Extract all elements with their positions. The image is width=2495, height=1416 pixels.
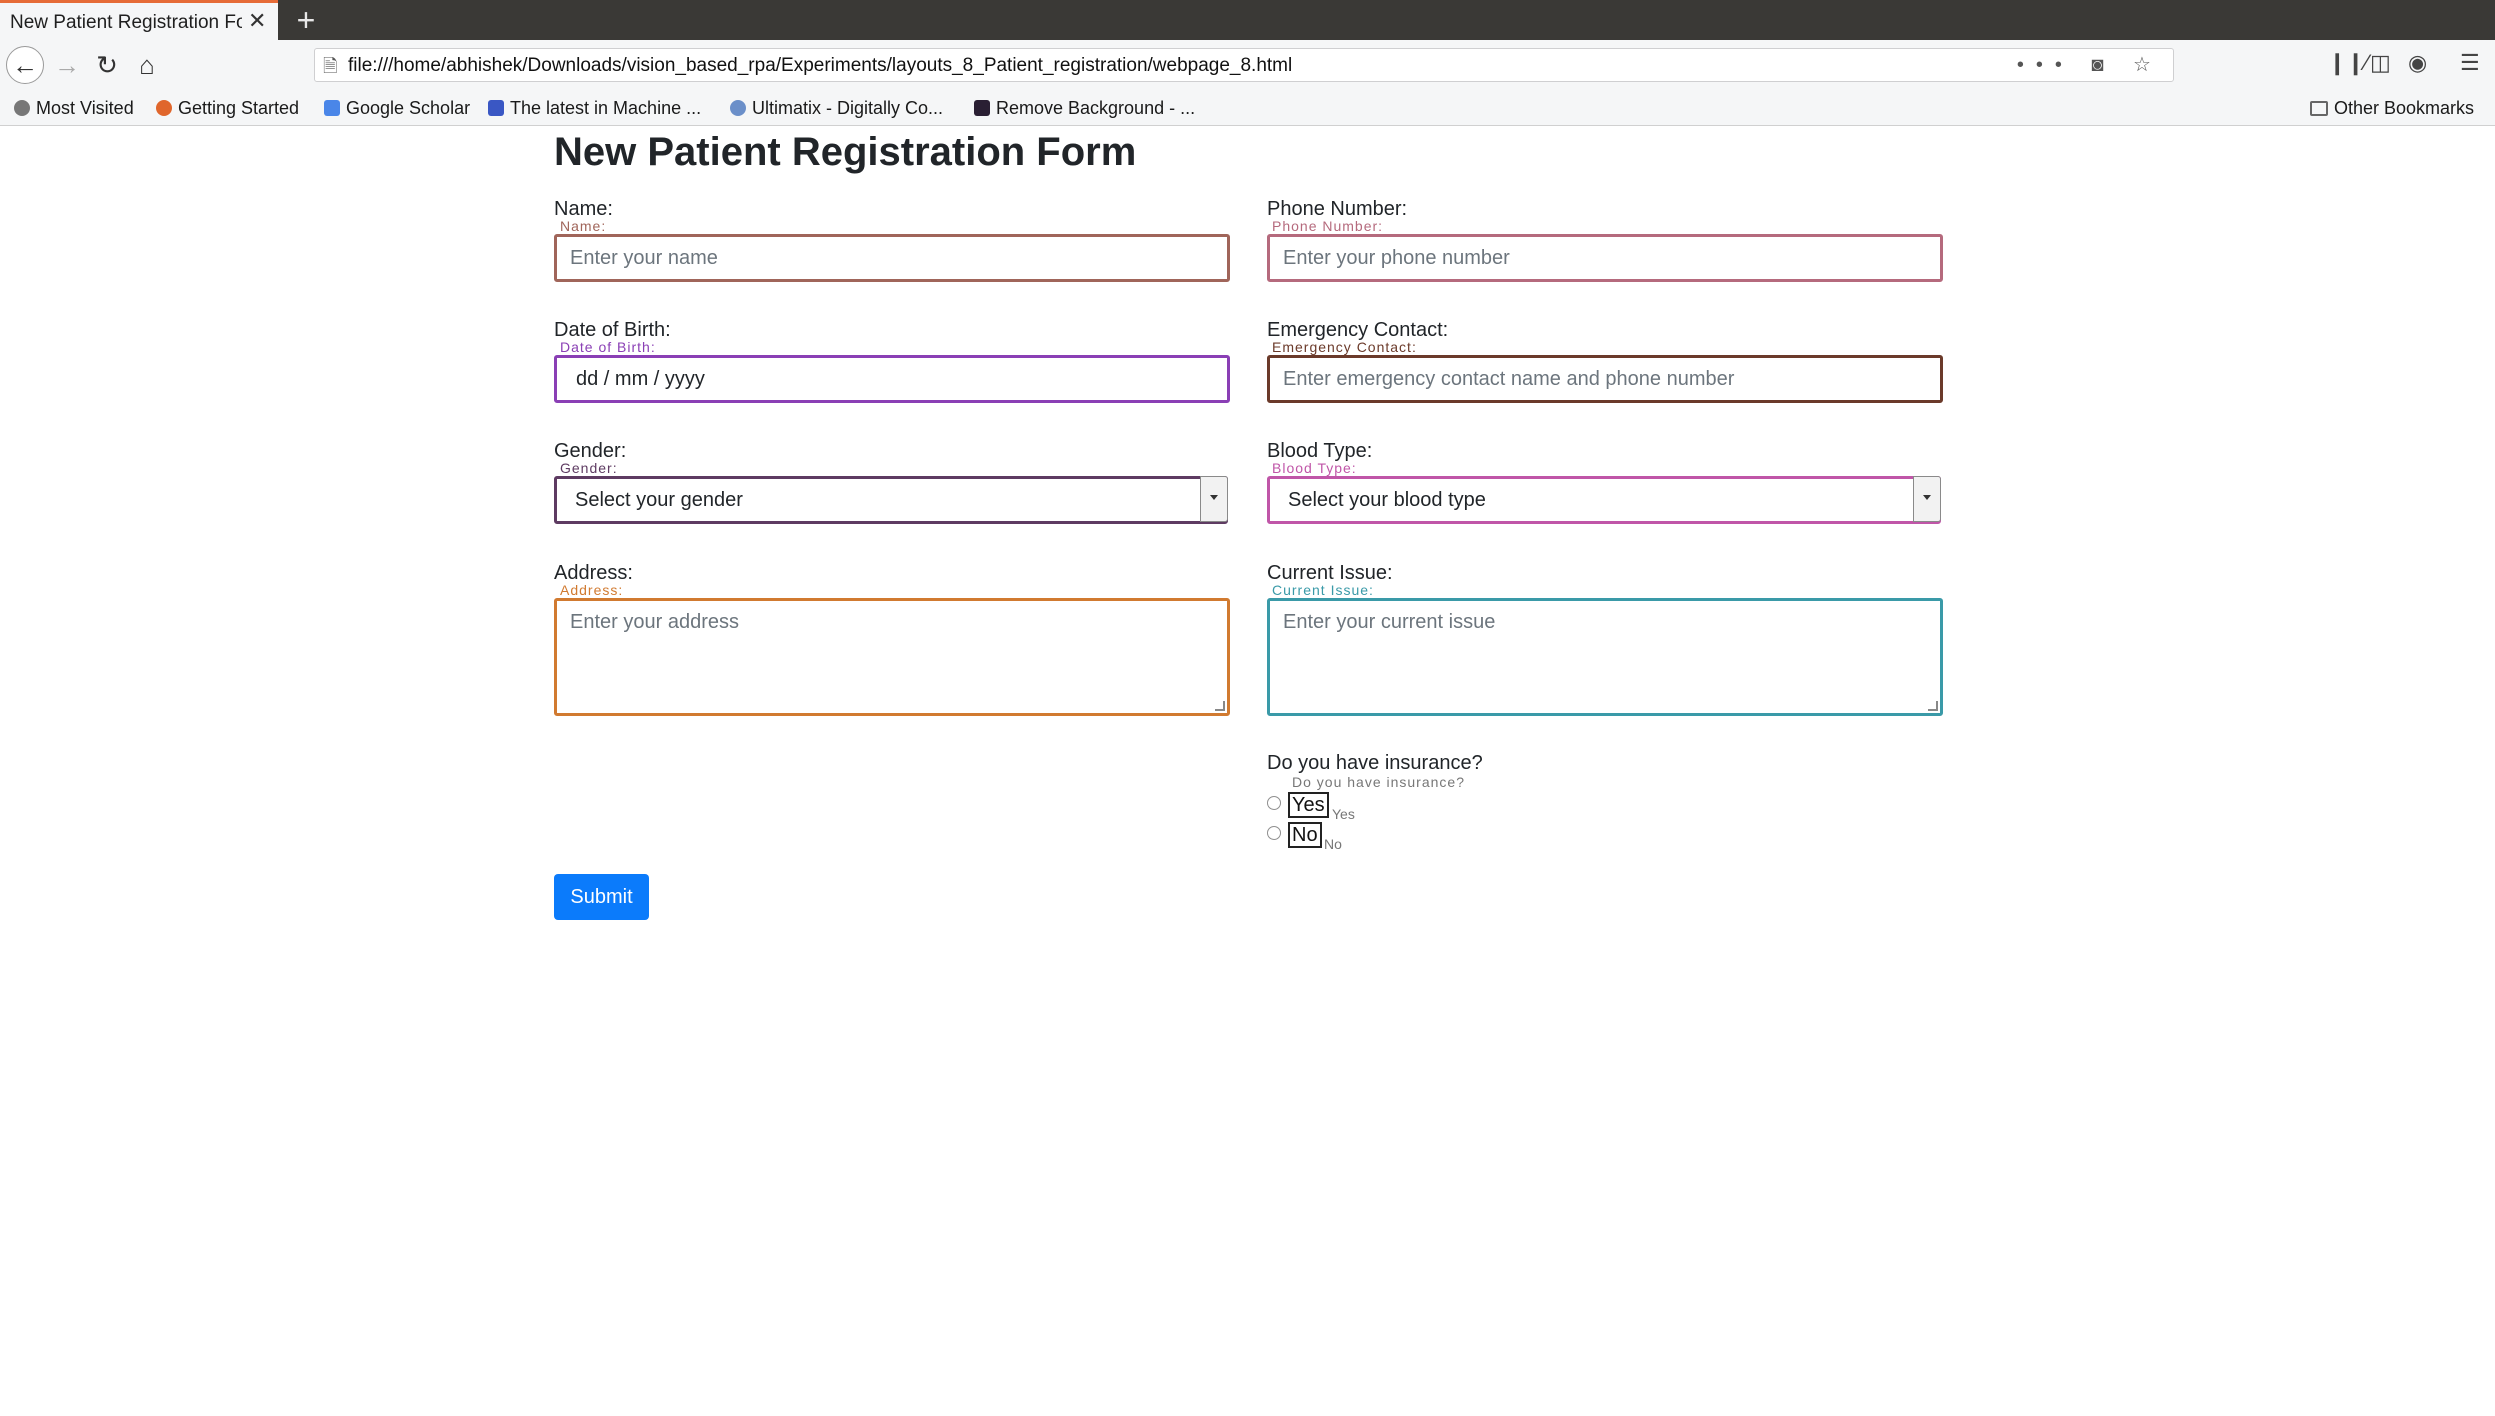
bookmark-getting-started[interactable]: Getting Started — [156, 98, 299, 119]
gender-selected: Select your gender — [575, 489, 743, 511]
forward-arrow-icon[interactable]: → — [48, 46, 86, 84]
library-icon[interactable]: ❙❙⁄ — [2328, 50, 2369, 76]
address-placeholder: Enter your address — [570, 611, 739, 633]
home-icon[interactable]: ⌂ — [128, 46, 166, 84]
submit-button[interactable]: Submit — [554, 874, 649, 920]
page-icon: 🗎 — [323, 56, 338, 76]
sidebar-icon[interactable]: ◫ — [2370, 50, 2391, 76]
url-text[interactable]: file:///home/abhishek/Downloads/vision_b… — [348, 55, 1292, 77]
emergency-input[interactable]: Enter emergency contact name and phone n… — [1267, 355, 1943, 403]
current-issue-textarea[interactable]: Enter your current issue — [1267, 598, 1943, 716]
phone-placeholder: Enter your phone number — [1283, 247, 1510, 269]
gender-tiny-label: Gender: — [560, 460, 618, 476]
gender-select[interactable]: Select your gender — [554, 476, 1228, 524]
insurance-yes-tiny: Yes — [1332, 806, 1355, 822]
tab-bar: New Patient Registration Fo ✕ + — [0, 0, 2495, 40]
new-tab-button[interactable]: + — [288, 0, 324, 40]
dob-tiny-label: Date of Birth: — [560, 339, 656, 355]
menu-icon[interactable]: ☰ — [2460, 50, 2480, 76]
dob-value: dd / mm / yyyy — [576, 368, 705, 390]
blood-type-tiny-label: Blood Type: — [1272, 460, 1357, 476]
resize-handle-icon[interactable] — [1928, 701, 1938, 711]
address-textarea[interactable]: Enter your address — [554, 598, 1230, 716]
page-actions-icons[interactable]: ••• ◙ ☆ — [2017, 52, 2163, 77]
back-arrow-icon[interactable]: ← — [6, 46, 44, 84]
reload-icon[interactable]: ↻ — [88, 46, 126, 84]
insurance-label: Do you have insurance? — [1267, 752, 1483, 774]
blood-type-select[interactable]: Select your blood type — [1267, 476, 1941, 524]
current-issue-tiny-label: Current Issue: — [1272, 582, 1374, 598]
dob-input[interactable]: dd / mm / yyyy — [554, 355, 1230, 403]
active-tab[interactable]: New Patient Registration Fo ✕ — [0, 0, 278, 40]
bookmark-machine-learning[interactable]: The latest in Machine ... — [488, 98, 701, 119]
close-tab-icon[interactable]: ✕ — [248, 8, 266, 34]
bookmark-icon — [488, 100, 504, 116]
insurance-no-radio[interactable] — [1267, 826, 1281, 840]
scholar-icon — [324, 100, 340, 116]
tab-title: New Patient Registration Fo — [10, 12, 242, 33]
other-bookmarks[interactable]: Other Bookmarks — [2310, 98, 2474, 119]
phone-input[interactable]: Enter your phone number — [1267, 234, 1943, 282]
page-title: New Patient Registration Form — [554, 130, 1137, 174]
insurance-no-tiny: No — [1324, 836, 1342, 852]
folder-icon — [2310, 101, 2328, 116]
blood-type-selected: Select your blood type — [1288, 489, 1486, 511]
image-icon — [974, 100, 990, 116]
bookmark-ultimatix[interactable]: Ultimatix - Digitally Co... — [730, 98, 943, 119]
emergency-tiny-label: Emergency Contact: — [1272, 339, 1417, 355]
insurance-yes-label[interactable]: Yes — [1288, 792, 1329, 818]
firefox-icon — [156, 100, 172, 116]
address-tiny-label: Address: — [560, 582, 624, 598]
phone-tiny-label: Phone Number: — [1272, 218, 1384, 234]
bookmark-most-visited[interactable]: Most Visited — [14, 98, 134, 119]
name-placeholder: Enter your name — [570, 247, 718, 269]
gear-icon — [14, 100, 30, 116]
resize-handle-icon[interactable] — [1215, 701, 1225, 711]
chevron-down-icon[interactable] — [1913, 476, 1941, 522]
account-icon[interactable]: ◉ — [2408, 50, 2427, 76]
navigation-toolbar: ← → ↻ ⌂ 🗎 file:///home/abhishek/Download… — [0, 40, 2495, 92]
insurance-no-label[interactable]: No — [1288, 822, 1322, 848]
insurance-yes-radio[interactable] — [1267, 796, 1281, 810]
name-tiny-label: Name: — [560, 218, 607, 234]
name-input[interactable]: Enter your name — [554, 234, 1230, 282]
chevron-down-icon[interactable] — [1200, 476, 1228, 522]
bookmark-remove-background[interactable]: Remove Background - ... — [974, 98, 1195, 119]
bookmark-google-scholar[interactable]: Google Scholar — [324, 98, 470, 119]
bookmarks-toolbar: Most Visited Getting Started Google Scho… — [0, 92, 2495, 126]
emergency-placeholder: Enter emergency contact name and phone n… — [1283, 368, 1735, 390]
current-issue-placeholder: Enter your current issue — [1283, 611, 1496, 633]
url-bar[interactable]: 🗎 file:///home/abhishek/Downloads/vision… — [314, 48, 2174, 82]
insurance-tiny-label: Do you have insurance? — [1292, 774, 1465, 790]
people-icon — [730, 100, 746, 116]
